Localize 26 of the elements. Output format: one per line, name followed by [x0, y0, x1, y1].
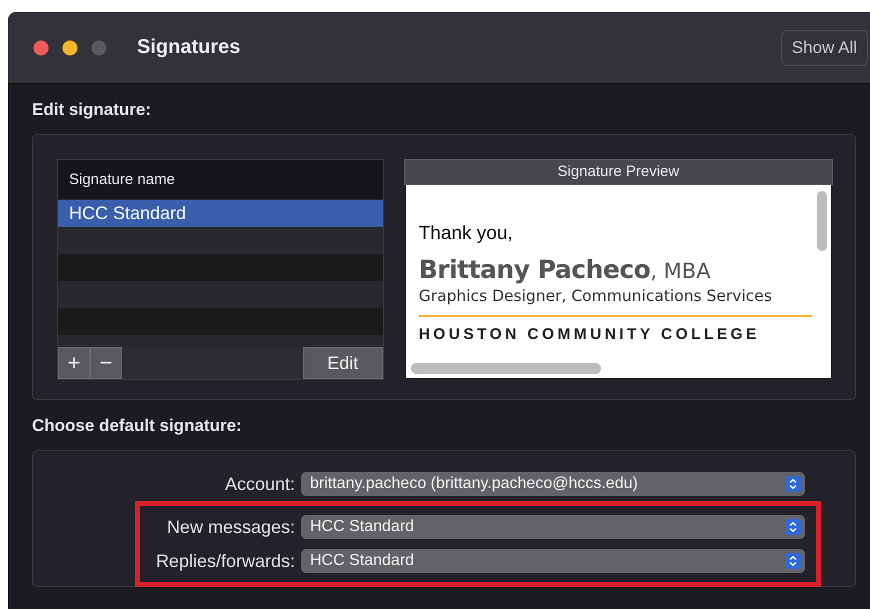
scrollbar[interactable] — [817, 191, 827, 251]
greeting-text: Thank you, — [418, 223, 514, 245]
edit-button[interactable]: Edit — [302, 347, 383, 379]
window-title: Signatures — [137, 36, 240, 59]
organization-name: HOUSTON COMMUNITY COLLEGE — [418, 325, 761, 344]
field-label: Replies/forwards: — [154, 550, 296, 572]
column-header[interactable]: Signature name — [58, 160, 383, 200]
popup-menu[interactable]: HCC Standard — [301, 515, 805, 539]
section-heading: Edit signature: — [32, 99, 152, 121]
field-label: New messages: — [166, 516, 296, 538]
chevron-icon — [785, 519, 801, 535]
remove-button[interactable]: − — [90, 347, 122, 379]
scrollbar[interactable] — [410, 363, 601, 374]
popup-menu[interactable]: brittany.pacheco (brittany.pacheco@hccs.edu) — [301, 472, 805, 496]
preview-title: Signature Preview — [404, 159, 833, 185]
signature-row[interactable]: HCC Standard — [58, 200, 383, 227]
window-controls-icon[interactable] — [33, 40, 107, 56]
popup-menu[interactable]: HCC Standard — [301, 549, 805, 573]
chevron-icon — [785, 553, 801, 569]
chevron-icon — [785, 476, 801, 492]
section-heading: Choose default signature: — [32, 415, 243, 437]
show-all-button[interactable]: Show All — [780, 30, 868, 66]
job-title: Graphics Designer, Communications Services — [418, 287, 812, 317]
add-button[interactable]: + — [58, 347, 90, 379]
field-label: Account: — [224, 474, 296, 494]
signature-name: Brittany Pacheco, MBA — [418, 255, 712, 284]
